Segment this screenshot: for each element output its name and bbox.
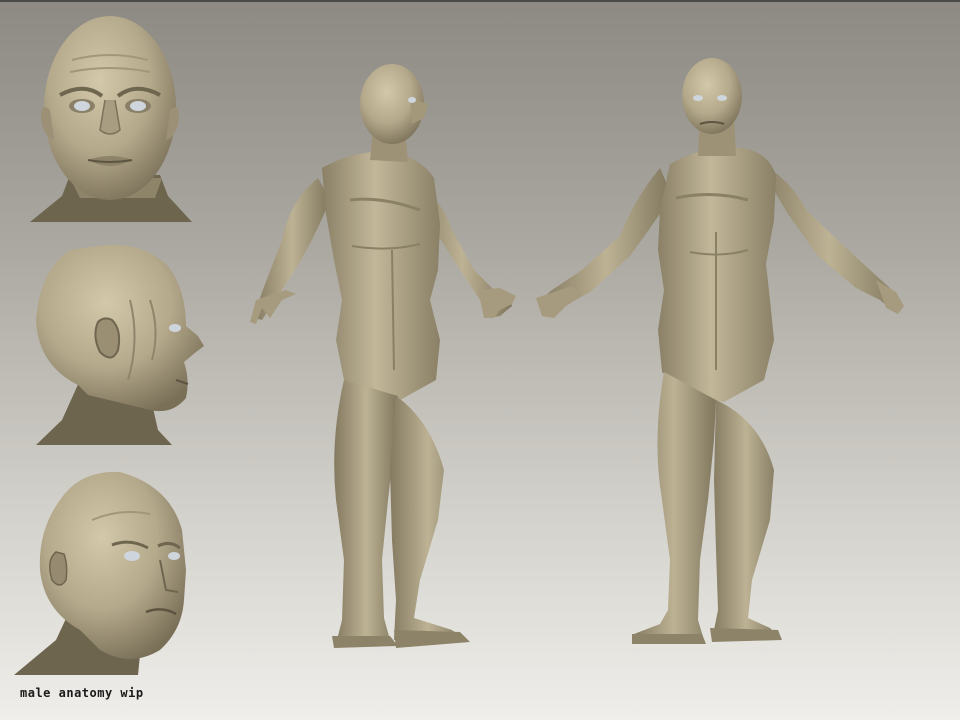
body-three-quarter-right-view (536, 58, 904, 644)
head-side-view (36, 244, 204, 445)
left-eye (74, 101, 90, 111)
left-leg (632, 372, 716, 640)
right-eye (130, 101, 146, 111)
left-eye (124, 551, 140, 561)
left-leg (334, 380, 398, 640)
head-three-quarter-view (14, 471, 187, 675)
torso (322, 151, 440, 400)
render-canvas (14, 16, 904, 675)
eye (169, 324, 181, 332)
body-three-quarter-left-view (250, 64, 516, 648)
right-leg (712, 400, 780, 640)
sculpt-viewport[interactable] (0, 0, 960, 720)
right-leg (390, 396, 466, 644)
ear (49, 551, 68, 586)
caption-label: male anatomy wip (20, 686, 144, 700)
head-front-view (30, 16, 192, 222)
ear (94, 317, 121, 359)
right-eye (168, 552, 180, 560)
